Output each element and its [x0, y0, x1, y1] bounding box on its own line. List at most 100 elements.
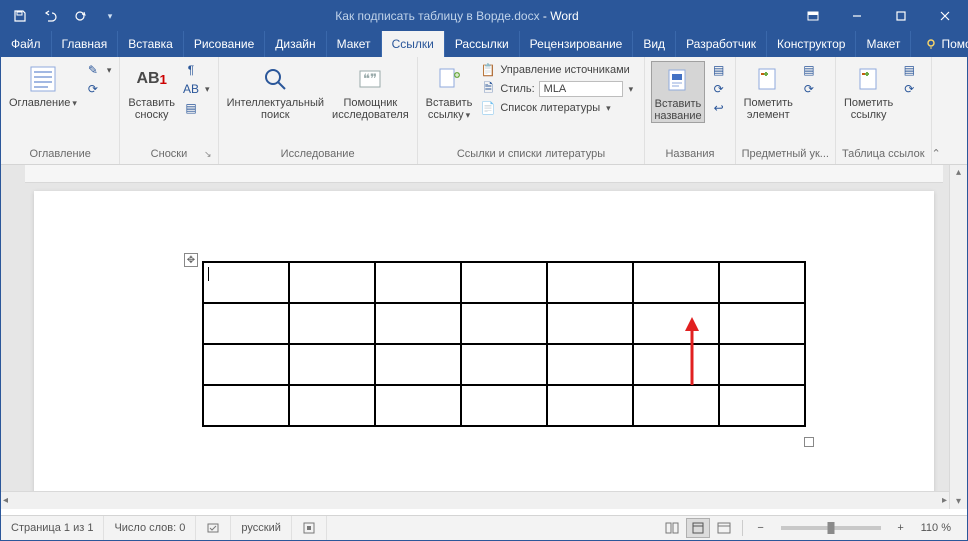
update-toc-button[interactable]: ⟳ — [83, 80, 114, 98]
tab-mailings[interactable]: Рассылки — [445, 31, 520, 57]
print-layout-button[interactable] — [686, 518, 710, 538]
ribbon: Оглавление▾ ✎▾ ⟳ Оглавление AB1 Вставить… — [1, 57, 967, 165]
bibliography-label: Список литературы — [500, 102, 600, 114]
scroll-right-icon[interactable]: ▸ — [942, 495, 947, 506]
tab-insert[interactable]: Вставка — [118, 31, 184, 57]
mark-entry-button[interactable]: Пометить элемент — [742, 61, 795, 121]
undo-icon[interactable] — [37, 3, 63, 29]
tab-layout[interactable]: Макет — [327, 31, 382, 57]
read-mode-button[interactable] — [660, 518, 684, 538]
show-notes-icon: ▤ — [183, 100, 199, 116]
cross-reference-button[interactable]: ↩ — [709, 99, 729, 117]
tab-design[interactable]: Дизайн — [265, 31, 326, 57]
tab-table-layout[interactable]: Макет — [856, 31, 911, 57]
table-move-handle-icon[interactable]: ✥ — [184, 253, 198, 267]
group-footnotes: AB1 Вставить сноску ¶ AB▾ ▤ Сноски↘ — [120, 57, 218, 164]
ribbon-display-icon[interactable] — [791, 1, 835, 31]
group-citations-label: Ссылки и списки литературы — [457, 148, 605, 160]
zoom-slider[interactable] — [781, 526, 881, 530]
insert-index-button[interactable]: ▤ — [799, 61, 819, 79]
next-footnote-button[interactable]: AB▾ — [181, 80, 212, 98]
insert-figure-table-button[interactable]: ▤ — [709, 61, 729, 79]
show-notes-button[interactable]: ▤ — [181, 99, 212, 117]
scroll-left-icon[interactable]: ◂ — [3, 495, 8, 506]
macro-button[interactable] — [292, 516, 327, 540]
figure-table-icon: ▤ — [711, 62, 727, 78]
language-button[interactable]: русский — [231, 516, 291, 540]
tab-home[interactable]: Главная — [52, 31, 119, 57]
scroll-up-icon[interactable]: ▴ — [956, 167, 961, 178]
style-icon: 🗎 — [480, 81, 496, 97]
quick-access-toolbar: ▾ — [7, 3, 123, 29]
web-layout-button[interactable] — [712, 518, 736, 538]
update-toa-button[interactable]: ⟳ — [899, 80, 919, 98]
tab-references[interactable]: Ссылки — [382, 31, 445, 57]
insert-endnote-button[interactable]: ¶ — [181, 61, 212, 79]
window-controls — [791, 1, 967, 31]
researcher-button[interactable]: ❝❞ Помощник исследователя — [330, 61, 411, 121]
save-icon[interactable] — [7, 3, 33, 29]
ruler[interactable] — [25, 165, 943, 183]
toc-label: Оглавление — [9, 97, 70, 109]
insert-toa-button[interactable]: ▤ — [899, 61, 919, 79]
zoom-out-button[interactable]: − — [749, 518, 773, 538]
insert-footnote-button[interactable]: AB1 Вставить сноску — [126, 61, 177, 121]
tab-table-design[interactable]: Конструктор — [767, 31, 856, 57]
style-value[interactable]: MLA — [539, 81, 623, 97]
tab-view[interactable]: Вид — [633, 31, 676, 57]
spelling-button[interactable] — [196, 516, 231, 540]
toc-button[interactable]: Оглавление▾ — [7, 61, 79, 109]
bibliography-button[interactable]: 📄Список литературы▾ — [478, 99, 638, 117]
lightbulb-icon — [925, 38, 937, 50]
style-selector[interactable]: 🗎Стиль: MLA▾ — [478, 80, 638, 98]
macro-icon — [302, 521, 316, 535]
style-label: Стиль: — [500, 83, 534, 95]
zoom-level[interactable]: 110 % — [915, 522, 957, 534]
group-toc: Оглавление▾ ✎▾ ⟳ Оглавление — [1, 57, 120, 164]
update-index-button[interactable]: ⟳ — [799, 80, 819, 98]
zoom-in-button[interactable]: + — [889, 518, 913, 538]
read-mode-icon — [665, 522, 679, 534]
tab-review[interactable]: Рецензирование — [520, 31, 634, 57]
group-research: Интеллектуальный поиск ❝❞ Помощник иссле… — [219, 57, 418, 164]
insert-caption-label: Вставить название — [654, 98, 701, 122]
footnotes-launcher-icon[interactable]: ↘ — [204, 149, 212, 160]
manage-sources-icon: 📋 — [480, 62, 496, 78]
smart-lookup-button[interactable]: Интеллектуальный поиск — [225, 61, 326, 121]
page-count[interactable]: Страница 1 из 1 — [1, 516, 104, 540]
group-captions-label: Названия — [665, 148, 714, 160]
insert-caption-button[interactable]: Вставить название — [651, 61, 704, 123]
insert-footnote-label: Вставить сноску — [128, 97, 175, 121]
vertical-scrollbar[interactable]: ▴▾ — [949, 165, 967, 509]
mark-citation-button[interactable]: Пометить ссылку — [842, 61, 895, 121]
update-icon: ⟳ — [85, 81, 101, 97]
tab-developer[interactable]: Разработчик — [676, 31, 767, 57]
update-figures-button[interactable]: ⟳ — [709, 80, 729, 98]
group-citations: Вставить ссылку▾ 📋Управление источниками… — [418, 57, 646, 164]
insert-index-icon: ▤ — [801, 62, 817, 78]
table-resize-handle-icon[interactable] — [804, 437, 814, 447]
minimize-icon[interactable] — [835, 1, 879, 31]
table-row — [203, 303, 805, 344]
table-row — [203, 344, 805, 385]
close-icon[interactable] — [923, 1, 967, 31]
manage-sources-button[interactable]: 📋Управление источниками — [478, 61, 638, 79]
qat-customize-icon[interactable]: ▾ — [97, 3, 123, 29]
smart-lookup-icon — [259, 63, 291, 95]
redo-icon[interactable] — [67, 3, 93, 29]
insert-citation-button[interactable]: Вставить ссылку▾ — [424, 61, 475, 121]
group-toc-label: Оглавление — [30, 148, 91, 160]
collapse-ribbon-icon[interactable]: ⌃ — [932, 57, 947, 164]
page[interactable]: ✥ — [34, 191, 934, 501]
word-count[interactable]: Число слов: 0 — [104, 516, 196, 540]
add-text-button[interactable]: ✎▾ — [83, 61, 114, 79]
document-table[interactable] — [202, 261, 806, 427]
update-toa-icon: ⟳ — [901, 81, 917, 97]
horizontal-scrollbar[interactable]: ◂▸ — [1, 491, 949, 509]
scroll-down-icon[interactable]: ▾ — [956, 496, 961, 507]
maximize-icon[interactable] — [879, 1, 923, 31]
tab-file[interactable]: Файл — [1, 31, 52, 57]
tell-me-button[interactable]: Помощн — [919, 31, 968, 57]
document-title: Как подписать таблицу в Ворде.docx — [335, 9, 539, 23]
tab-draw[interactable]: Рисование — [184, 31, 265, 57]
